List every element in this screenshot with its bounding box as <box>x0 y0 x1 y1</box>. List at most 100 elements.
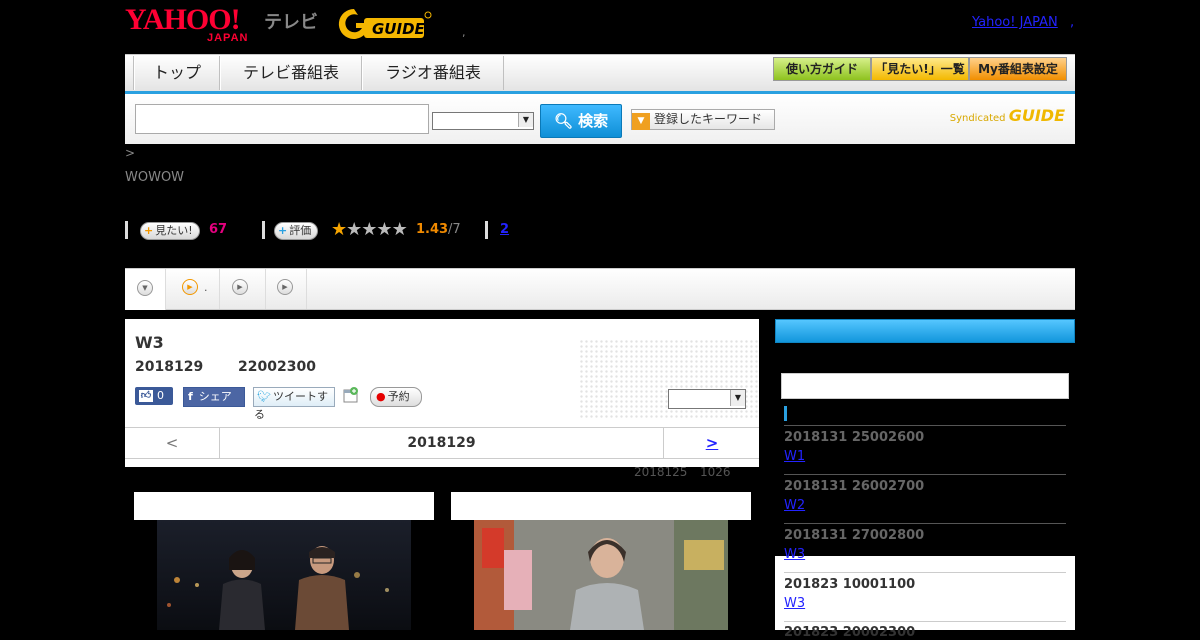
program-title: W3 <box>135 333 164 352</box>
syndicated-gguide-logo: Syndicated GUIDE <box>950 106 1065 125</box>
record-dot-icon: ● <box>376 390 386 403</box>
previous-day-link[interactable]: < <box>125 428 220 458</box>
facebook-icon: f <box>188 390 193 403</box>
rate-label: 評価 <box>289 224 312 237</box>
divider <box>784 621 1066 622</box>
search-icon: 🔍︎ <box>553 112 573 130</box>
nav-tab-top[interactable]: トップ <box>134 56 220 90</box>
twitter-bird-icon: 🐦︎ <box>257 390 271 403</box>
rating-max: /7 <box>448 222 461 237</box>
global-nav: トップ テレビ番組表 ラジオ番組表 使い方ガイド 「見たい!」一覧 My番組表設… <box>125 54 1075 95</box>
stat-divider <box>485 221 488 239</box>
japan-logo-text: JAPAN <box>207 32 249 44</box>
yahoo-logo-text: YAHOO! <box>125 3 241 36</box>
search-button[interactable]: 🔍︎ 検索 <box>540 104 622 138</box>
facebook-like-count: 0 <box>157 389 164 402</box>
schedule-datetime: 201823 10001100 <box>784 577 916 592</box>
want-to-watch-label: 見たい! <box>155 224 193 237</box>
image-card-header <box>134 492 434 520</box>
search-input[interactable] <box>135 104 429 134</box>
triangle-down-icon: ▼ <box>632 113 650 130</box>
star-icon: ★ <box>346 219 362 240</box>
yahoo-japan-link[interactable]: Yahoo! JAPAN <box>972 15 1058 30</box>
schedule-datetime: 201823 20002300 <box>784 625 916 640</box>
want-to-watch-count: 67 <box>209 222 228 237</box>
down-circle-icon: ▼ <box>137 280 153 296</box>
updated-time: 1026 <box>700 465 731 479</box>
breadcrumb[interactable]: > <box>125 146 135 160</box>
saved-keywords-label: 登録したキーワード <box>654 112 763 126</box>
divider <box>784 425 1066 426</box>
program-photo-1[interactable] <box>157 520 411 630</box>
yahoo-japan-logo[interactable]: YAHOO! JAPAN <box>125 3 261 45</box>
divider <box>784 523 1066 524</box>
sub-tab-2[interactable]: ▶ <box>220 269 266 309</box>
review-count-link[interactable]: 2 <box>500 222 509 237</box>
facebook-share-label: シェア <box>198 390 232 403</box>
header-separator: , <box>462 26 466 39</box>
chevron-down-icon: ▼ <box>518 113 533 127</box>
search-category-select[interactable]: ▼ <box>432 112 534 130</box>
schedule-datetime: 2018131 27002800 <box>784 528 925 543</box>
svg-text:GUIDE: GUIDE <box>372 20 426 38</box>
sub-tab-1-label: . <box>204 281 208 294</box>
usage-guide-button[interactable]: 使い方ガイド <box>773 57 871 81</box>
sub-tab-0[interactable]: ▼ <box>125 269 166 310</box>
shopping-street-photo <box>474 520 728 630</box>
reserve-recording-button[interactable]: ● 予約 <box>370 387 422 407</box>
sidebar-input[interactable] <box>781 373 1069 399</box>
tweet-button[interactable]: 🐦︎ ツイートする <box>253 387 335 421</box>
program-photo-2[interactable] <box>474 520 728 630</box>
program-date: 2018129 <box>135 359 204 375</box>
saved-keywords-button[interactable]: ▼ 登録したキーワード <box>631 109 775 130</box>
search-button-label: 検索 <box>578 112 609 130</box>
program-panel: W3 2018129 22002300 👍︎ 0 f シェア 🐦︎ ツイートする ● 予… <box>125 319 759 467</box>
facebook-like-icon: 👍︎ <box>139 390 153 402</box>
divider <box>784 572 1066 573</box>
date-navigation: < 2018129 > <box>125 427 759 459</box>
current-date: 2018129 <box>407 435 476 451</box>
schedule-episode-link[interactable]: W3 <box>784 596 805 611</box>
plus-icon: + <box>144 224 154 237</box>
nav-tab-tv-schedule[interactable]: テレビ番組表 <box>220 56 362 90</box>
sidebar-panel-background <box>775 556 1075 630</box>
schedule-datetime: 2018131 26002700 <box>784 479 925 494</box>
night-street-photo <box>157 520 411 630</box>
nav-tab-radio-schedule[interactable]: ラジオ番組表 <box>362 56 504 90</box>
sub-tab-3[interactable]: ▶ <box>266 269 307 309</box>
syndicated-logo-text: GUIDE <box>1008 106 1065 125</box>
search-bar: ▼ 🔍︎ 検索 ▼ 登録したキーワード Syndicated GUIDE <box>125 94 1075 144</box>
stat-divider <box>262 221 265 239</box>
plus-icon: + <box>278 224 288 237</box>
rate-button[interactable]: + 評価 <box>274 222 319 240</box>
rating-value: 1.43 <box>416 222 449 237</box>
star-icon: ★ <box>361 219 377 240</box>
tv-label[interactable]: テレビ <box>264 8 318 34</box>
rating-stars: ★★★★★ <box>331 219 408 240</box>
next-day-link[interactable]: > <box>663 428 760 458</box>
sidebar-section-marker <box>784 406 787 421</box>
calendar-add-icon[interactable] <box>343 387 359 403</box>
facebook-share-button[interactable]: f シェア <box>183 387 245 407</box>
updated-date: 2018125 <box>634 465 688 479</box>
program-time: 22002300 <box>238 359 316 375</box>
schedule-episode-link[interactable]: W1 <box>784 449 805 464</box>
sidebar-header <box>775 319 1075 343</box>
schedule-episode-link[interactable]: W3 <box>784 547 805 562</box>
want-to-watch-list-button[interactable]: 「見たい!」一覧 <box>871 57 969 81</box>
my-schedule-settings-button[interactable]: My番組表設定 <box>969 57 1067 81</box>
right-sidebar: 2018131 25002600 W1 2018131 26002700 W2 … <box>775 319 1075 640</box>
program-action-select[interactable]: ▼ <box>668 389 746 409</box>
schedule-episode-link[interactable]: W2 <box>784 498 805 513</box>
play-circle-icon: ▶ <box>277 279 293 295</box>
gguide-logo-icon: GUIDE <box>338 8 432 39</box>
syndicated-label: Syndicated <box>949 113 1006 124</box>
sub-tab-1[interactable]: ▶ . <box>166 269 220 309</box>
want-to-watch-button[interactable]: + 見たい! <box>140 222 200 240</box>
star-icon: ★ <box>376 219 392 240</box>
image-card-header <box>451 492 751 520</box>
divider <box>784 474 1066 475</box>
schedule-datetime: 2018131 25002600 <box>784 430 925 445</box>
gguide-logo[interactable]: GUIDE <box>334 5 434 43</box>
facebook-like-button[interactable]: 👍︎ 0 <box>135 387 173 405</box>
